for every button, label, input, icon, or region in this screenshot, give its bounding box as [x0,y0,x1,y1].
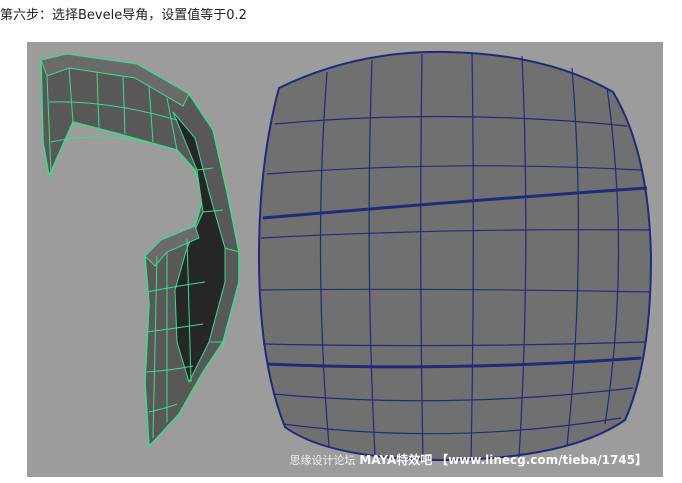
maya-viewport[interactable]: 思缘设计论坛 MAYA特效吧 【www.linecg.com/tieba/174… [27,42,663,477]
watermark-brand: MAYA特效吧 [359,453,433,467]
watermark: 思缘设计论坛 MAYA特效吧 【www.linecg.com/tieba/174… [290,451,648,469]
watermark-url: 【www.linecg.com/tieba/1745】 [436,453,647,467]
step-caption: 第六步：选择Bevele导角，设置值等于0.2 [0,8,247,23]
ear-cup-mesh[interactable] [40,53,240,448]
watermark-site: 思缘设计论坛 [289,454,356,467]
sphere-mesh[interactable] [257,50,653,462]
